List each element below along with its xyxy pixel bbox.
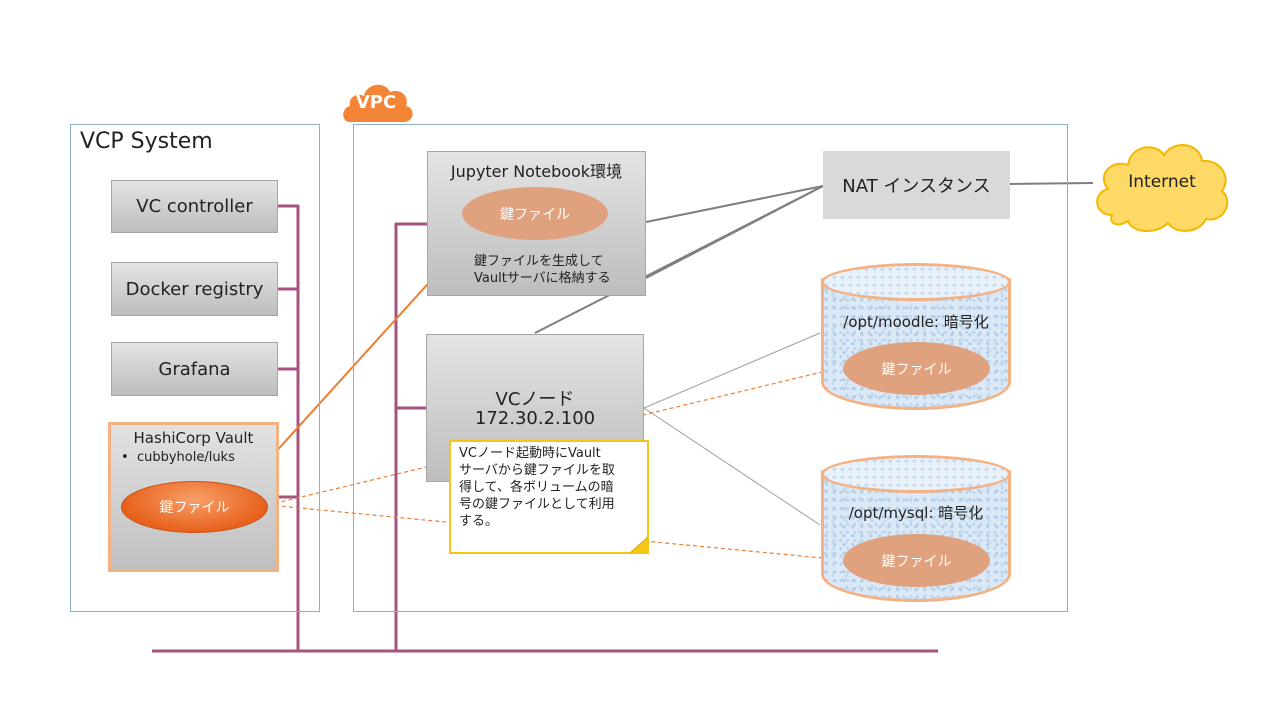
vpc-badge-label: VPC (355, 92, 397, 113)
callout-line: VCノード起動時にVault (459, 446, 601, 461)
jupyter-note-line1: 鍵ファイルを生成して (474, 254, 604, 269)
vault-bullet-text: cubbyhole/luks (136, 450, 235, 465)
mysql-volume-title: /opt/mysql: 暗号化 (848, 504, 984, 522)
vc-node-ip: 172.30.2.100 (474, 408, 596, 429)
vcp-system-title: VCP System (80, 129, 213, 154)
callout-note: VCノード起動時にVault サーバから鍵ファイルを取 得して、各ボリュームの暗… (449, 440, 649, 554)
jupyter-note: 鍵ファイルを生成して Vaultサーバに格納する (474, 253, 611, 287)
callout-fold-icon (629, 536, 649, 554)
vault-bullet-item: • cubbyhole/luks (121, 450, 235, 465)
callout-line: 号の鍵ファイルとして利用 (459, 497, 615, 512)
jupyter-title: Jupyter Notebook環境 (450, 162, 623, 181)
bullet-dot: • (121, 450, 137, 465)
moodle-key-file[interactable]: 鍵ファイル (843, 342, 990, 395)
docker-registry-box[interactable]: Docker registry (111, 262, 278, 316)
jupyter-key-file[interactable]: 鍵ファイル (462, 187, 608, 240)
internet-label: Internet (1128, 172, 1196, 192)
callout-line: する。 (459, 514, 499, 529)
grafana-box[interactable]: Grafana (111, 342, 278, 396)
nat-instance-box[interactable]: NAT インスタンス (823, 151, 1010, 219)
mysql-volume-top (821, 455, 1011, 493)
callout-line: サーバから鍵ファイルを取 (459, 463, 615, 478)
vault-key-file[interactable]: 鍵ファイル (121, 481, 268, 533)
vault-title: HashiCorp Vault (133, 429, 254, 447)
moodle-volume-title: /opt/moodle: 暗号化 (843, 313, 989, 331)
mysql-key-file[interactable]: 鍵ファイル (843, 534, 990, 587)
vc-controller-box[interactable]: VC controller (111, 180, 278, 233)
jupyter-note-line2: Vaultサーバに格納する (474, 271, 611, 286)
callout-line: 得して、各ボリュームの暗 (459, 480, 614, 495)
moodle-volume-top (821, 263, 1011, 301)
